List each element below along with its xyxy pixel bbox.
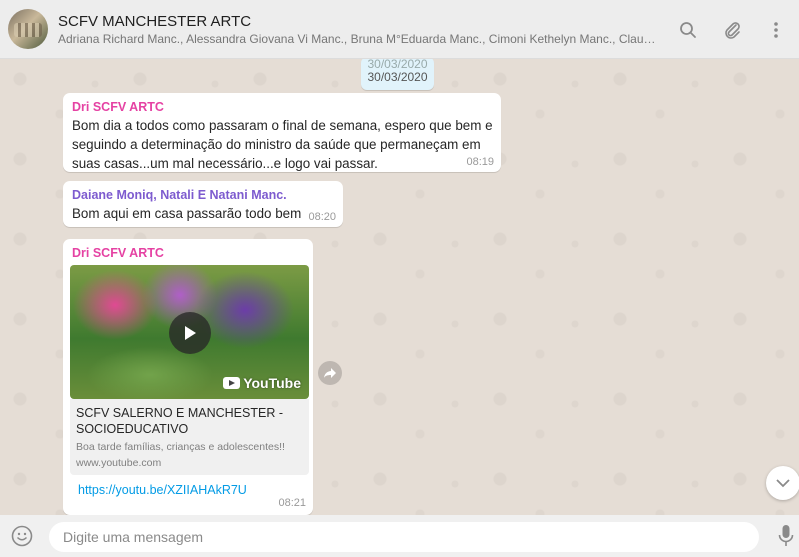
play-button[interactable]	[169, 312, 211, 354]
message-sender[interactable]: Dri SCFV ARTC	[72, 245, 306, 262]
message-text: Bom aqui em casa passarão todo bem	[72, 206, 302, 221]
chat-members-list: Adriana Richard Manc., Alessandra Giovan…	[58, 31, 658, 46]
play-icon	[185, 326, 196, 340]
chat-title: SCFV MANCHESTER ARTC	[58, 12, 252, 30]
message-bubble[interactable]: Dri SCFV ARTC Bom dia a todos como passa…	[63, 93, 501, 172]
link-preview[interactable]: SCFV SALERNO E MANCHESTER - SOCIOEDUCATI…	[70, 399, 309, 475]
youtube-badge: YouTube	[223, 375, 301, 391]
menu-icon[interactable]	[765, 19, 787, 41]
preview-description: Boa tarde famílias, crianças e adolescen…	[76, 441, 285, 453]
scroll-down-button[interactable]	[766, 466, 799, 500]
chevron-down-icon	[776, 478, 790, 487]
emoji-icon[interactable]	[11, 525, 33, 547]
forward-button[interactable]	[318, 361, 342, 385]
group-avatar[interactable]	[8, 9, 48, 49]
paperclip-icon[interactable]	[721, 19, 743, 41]
composer-bar	[0, 515, 799, 557]
chat-info[interactable]: SCFV MANCHESTER ARTC Adriana Richard Man…	[58, 12, 658, 47]
message-sender[interactable]: Daiane Moniq, Natali E Natani Manc.	[72, 187, 336, 204]
forward-icon	[324, 368, 336, 378]
header-actions	[677, 19, 787, 41]
message-bubble[interactable]: Dri SCFV ARTC YouTube SCFV SALERNO E MAN…	[63, 239, 313, 515]
microphone-icon[interactable]	[777, 524, 795, 548]
message-time: 08:20	[308, 211, 336, 223]
message-sender[interactable]: Dri SCFV ARTC	[72, 99, 494, 116]
chat-header: SCFV MANCHESTER ARTC Adriana Richard Man…	[0, 0, 799, 59]
message-link[interactable]: https://youtu.be/XZIIAHAkR7U	[78, 483, 247, 497]
message-text: Bom dia a todos como passaram o final de…	[72, 118, 493, 171]
message-input[interactable]	[49, 522, 759, 552]
message-bubble[interactable]: Daiane Moniq, Natali E Natani Manc. Bom …	[63, 181, 343, 227]
message-time: 08:19	[466, 156, 494, 168]
youtube-label: YouTube	[243, 375, 301, 391]
date-label: 30/03/2020	[367, 70, 428, 84]
chat-area[interactable]: 30/03/2020 Dri SCFV ARTC Bom dia a todos…	[0, 59, 799, 515]
search-icon[interactable]	[677, 19, 699, 41]
preview-site: www.youtube.com	[76, 457, 162, 469]
preview-title: SCFV SALERNO E MANCHESTER - SOCIOEDUCATI…	[76, 406, 283, 436]
message-time: 08:21	[278, 497, 306, 509]
video-thumbnail[interactable]: YouTube	[70, 265, 309, 399]
youtube-icon	[223, 377, 241, 389]
date-separator: 30/03/2020	[361, 59, 434, 90]
